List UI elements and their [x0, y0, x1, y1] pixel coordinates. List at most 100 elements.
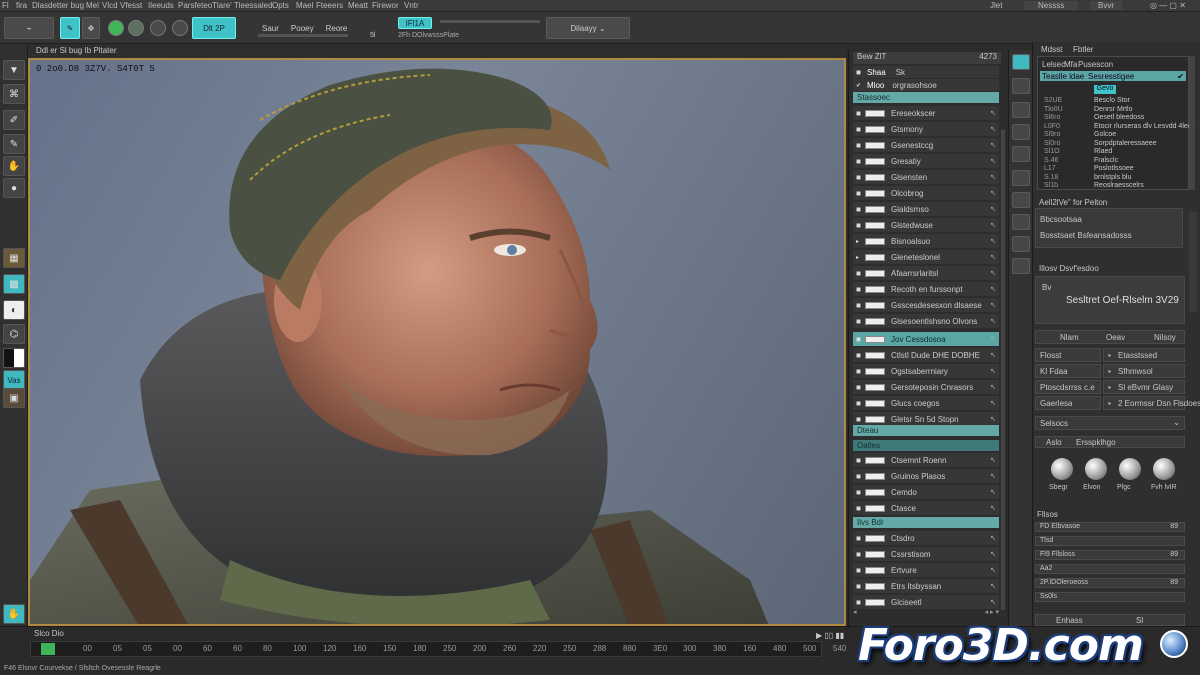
material-icon[interactable]: ▩ [3, 274, 25, 294]
list-item[interactable]: ◼ Ctlstl Dude DHE DOBHE ↖ [853, 348, 999, 362]
edit-icon[interactable]: ↖ [990, 598, 996, 606]
table-cell[interactable]: ▪ Sl eBvmr Glasy [1103, 380, 1185, 394]
list-item-label[interactable]: brnlstpls blu [1094, 174, 1131, 181]
highlight-button[interactable]: IFl1A [398, 17, 432, 29]
checkbox-icon[interactable]: ◼ [856, 400, 861, 407]
section-header[interactable]: Ilvs Bdr [853, 517, 999, 528]
list-item[interactable]: ◼ Gsenestccg ↖ [853, 138, 999, 152]
list-item[interactable]: ▸ Bisnoalsuo ↖ [853, 234, 999, 248]
transform-icon[interactable] [1012, 124, 1030, 140]
move-tool-button[interactable]: ✥ [82, 17, 100, 39]
list-item[interactable]: ◼ Ereseokscer ↖ [853, 106, 999, 120]
hand-icon[interactable]: ✋ [3, 604, 25, 624]
scroll-controls-icon[interactable]: ◂ ▸ ▾ [985, 608, 999, 616]
list-item[interactable]: ◼ Gletsr Sn 5d Stopn ↖ [853, 412, 999, 426]
checkbox-icon[interactable]: ◼ [856, 318, 861, 325]
frame-icon[interactable] [1012, 146, 1030, 162]
property-slider[interactable]: Ss0ls [1035, 592, 1185, 602]
menu-item[interactable]: Meatt [348, 1, 368, 10]
menu-item[interactable]: Opts [272, 1, 289, 10]
table-cell[interactable]: ▪ Etasstssed [1103, 348, 1185, 362]
edit-icon[interactable]: ↖ [990, 534, 996, 542]
table-cell[interactable]: Gaerlesa [1035, 396, 1101, 410]
material-swatch[interactable]: Sbegr [1047, 458, 1077, 498]
pinch-icon[interactable]: ✎ [3, 134, 25, 154]
list-item-label[interactable]: Denrsr Mrtlo [1094, 106, 1133, 113]
checkbox-icon[interactable]: ◼ [856, 174, 861, 181]
color-swatch-icon[interactable] [3, 348, 25, 368]
checkbox-icon[interactable]: ◼ [856, 126, 861, 133]
checkbox-icon[interactable]: ◼ [856, 368, 861, 375]
arrow-left-icon[interactable]: ◂ [853, 609, 857, 616]
table-cell[interactable]: ▪ 2 Eormssr Dsn Flsdoes [1103, 396, 1200, 410]
table-cell[interactable]: Kl Fdaa [1035, 364, 1101, 378]
menu-item[interactable]: Vfesst [120, 1, 142, 10]
material-swatch[interactable]: Elvon [1081, 458, 1111, 498]
list-item[interactable]: ◼ Gersoteposin Cnrasors ↖ [853, 380, 999, 394]
list-item-selected[interactable]: Teaslle ldae Sesresstigee ✔ [1040, 71, 1186, 81]
list-item-label[interactable]: Fralsclc [1094, 157, 1118, 164]
list-item[interactable]: ◼ Recoth en furssonpt ↖ [853, 282, 999, 296]
checkbox-icon[interactable]: ◼ [856, 158, 861, 165]
edit-icon[interactable]: ↖ [990, 157, 996, 165]
edit-icon[interactable]: ↖ [990, 550, 996, 558]
list-item-label[interactable]: Sorpdptaleressaeee [1094, 140, 1157, 147]
selection-dropdown[interactable]: Selsocs ⌄ [1035, 416, 1185, 430]
inflate-icon[interactable]: ● [3, 178, 25, 198]
grid-icon[interactable] [1012, 78, 1030, 94]
list-item[interactable]: ◼ Gsscesdesesxon dlsaese ↖ [853, 298, 999, 312]
menu-item[interactable]: Mel [86, 1, 99, 10]
menu-item[interactable]: Mael [296, 1, 313, 10]
edit-icon[interactable]: ↖ [990, 351, 996, 359]
section-header[interactable]: Dteau [853, 425, 999, 436]
alpha-icon[interactable]: ◐ [3, 300, 25, 320]
edit-icon[interactable]: ↖ [990, 488, 996, 496]
material-list[interactable]: Lelsec Mfa Pusescon Teaslle ldae Sesress… [1037, 56, 1195, 190]
edit-icon[interactable]: ↖ [990, 253, 996, 261]
menu-item[interactable]: Fteeers [316, 1, 343, 10]
color-icon[interactable] [108, 20, 124, 36]
preview-box[interactable]: Bv Sesltret Oef-Rlselm 3V29 [1035, 276, 1185, 324]
edit-icon[interactable]: ↖ [990, 504, 996, 512]
edit-icon[interactable]: ↖ [990, 383, 996, 391]
menu-item[interactable]: Ileeuds [148, 1, 174, 10]
list-item[interactable]: ◼ Glsesoentlshsno Olvons ↖ [853, 314, 999, 328]
list-item[interactable]: ◼ Ctsdro ↖ [853, 531, 999, 545]
material-swatch[interactable]: Fvh lvIR [1149, 458, 1179, 498]
perspective-icon[interactable] [1012, 214, 1030, 230]
list-item[interactable]: ▸ Gleneteslonel ↖ [853, 250, 999, 264]
transparency-icon[interactable] [1012, 258, 1030, 274]
menu-dropdown[interactable]: Bvvr [1090, 1, 1122, 10]
scrollbar[interactable] [1189, 212, 1197, 312]
checkbox-icon[interactable]: ◼ [856, 535, 861, 542]
list-item[interactable]: ◼ Etrs Itsbyssan ↖ [853, 579, 999, 593]
table-cell[interactable]: Ptoscdsrrss c.e [1035, 380, 1101, 394]
sphere-icon[interactable] [128, 20, 144, 36]
display-dropdown[interactable]: Dilaayy ⌄ [546, 17, 630, 39]
list-item[interactable]: ◼ Gtsmony ↖ [853, 122, 999, 136]
checkbox-icon[interactable]: ▸ [856, 254, 859, 261]
list-item[interactable]: ◼ Ertvure ↖ [853, 563, 999, 577]
table-cell[interactable]: ▪ Sfhmwsol [1103, 364, 1185, 378]
list-item[interactable]: ✔ Mloo orgrasohsoe [853, 79, 999, 91]
checkbox-icon[interactable]: ◼ [856, 567, 861, 574]
checkbox-icon[interactable]: ◼ [856, 142, 861, 149]
checkbox-icon[interactable]: ◼ [856, 599, 861, 606]
edit-icon[interactable]: ↖ [990, 173, 996, 181]
list-item[interactable]: ◼ Olcobrog ↖ [853, 186, 999, 200]
section-header[interactable]: Oatles [853, 440, 999, 451]
edit-icon[interactable]: ↖ [990, 566, 996, 574]
align-icon[interactable] [1012, 170, 1030, 186]
list-item[interactable]: ◼ Shaa Sk [853, 66, 999, 78]
checkbox-icon[interactable]: ◼ [856, 384, 861, 391]
edit-icon[interactable]: ↖ [990, 415, 996, 423]
checkbox-icon[interactable]: ◼ [856, 352, 861, 359]
edit-icon[interactable]: ↖ [990, 582, 996, 590]
scrollbar[interactable] [1001, 130, 1005, 610]
list-item-label[interactable]: Etocir rlurseras dlv Lesvdd 4leca [1094, 123, 1195, 130]
checkbox-icon[interactable]: ◼ [856, 551, 861, 558]
edit-icon[interactable]: ↖ [990, 285, 996, 293]
edit-icon[interactable]: ↖ [990, 141, 996, 149]
edit-icon[interactable]: ↖ [990, 456, 996, 464]
checkbox-icon[interactable]: ◼ [856, 336, 861, 343]
